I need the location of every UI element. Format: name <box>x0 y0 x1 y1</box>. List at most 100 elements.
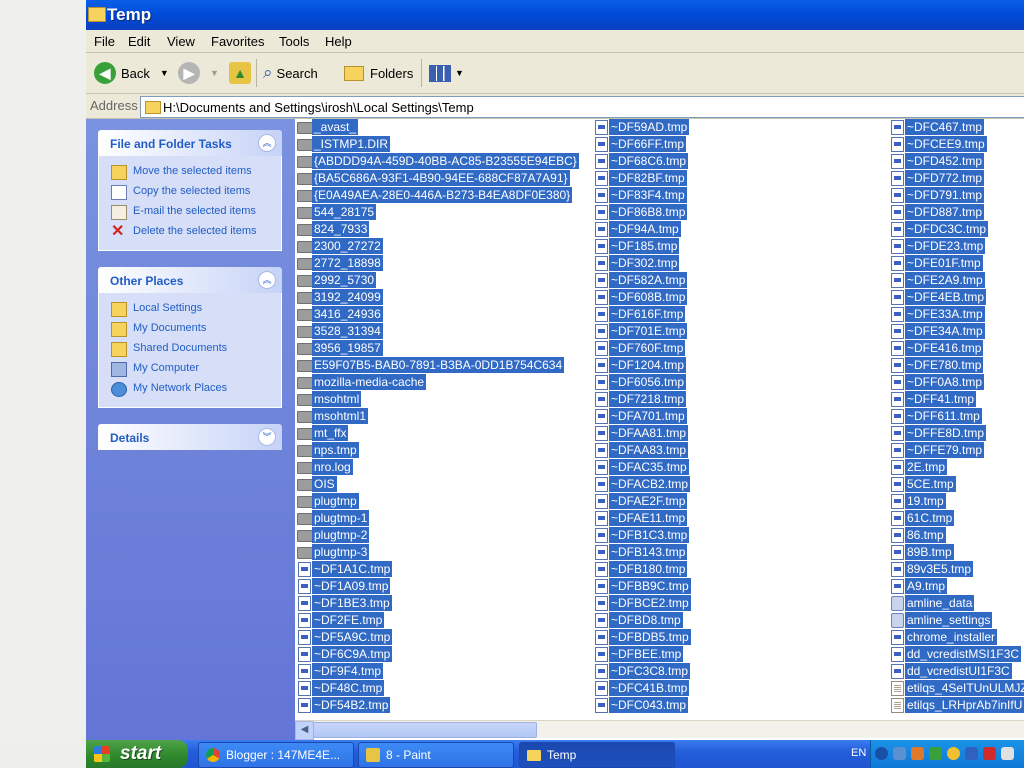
tmp-file-icon <box>595 205 608 220</box>
file-name: ~DF582A.tmp <box>609 272 688 288</box>
tmp-file-icon <box>891 358 904 373</box>
tray-update-icon[interactable] <box>947 747 960 760</box>
shared-documents-link[interactable]: Shared Documents <box>99 339 281 359</box>
tmp-file-icon <box>595 511 608 526</box>
language-indicator[interactable]: EN <box>851 747 866 759</box>
tmp-file-icon <box>891 205 904 220</box>
menu-tools[interactable]: Tools <box>279 34 309 49</box>
tmp-file-icon <box>891 494 904 509</box>
tmp-file-icon <box>595 698 608 713</box>
menu-file[interactable]: File <box>94 34 115 49</box>
link-label: Delete the selected items <box>133 225 257 237</box>
taskbar-button-temp[interactable]: Temp <box>519 742 675 768</box>
folders-button[interactable]: Folders <box>344 60 413 86</box>
tmp-file-icon <box>891 273 904 288</box>
file-name: 19.tmp <box>905 493 946 509</box>
file-name: ~DF66FF.tmp <box>609 136 687 152</box>
file-name: amline_settings <box>905 612 993 628</box>
collapse-icon[interactable]: ︽ <box>258 271 276 289</box>
file-name: mt_ffx <box>312 425 349 441</box>
taskbar-button-blogger[interactable]: Blogger : 147ME4E... <box>198 742 354 768</box>
tmp-file-icon <box>891 137 904 152</box>
taskbar-button-paint[interactable]: 8 - Paint <box>358 742 514 768</box>
file-name: ~DFCEE9.tmp <box>905 136 987 152</box>
menu-view[interactable]: View <box>167 34 195 49</box>
tmp-file-icon <box>891 460 904 475</box>
menu-favorites[interactable]: Favorites <box>211 34 264 49</box>
tray-shield-icon[interactable] <box>983 747 996 760</box>
tmp-file-icon <box>595 392 608 407</box>
title-bar[interactable]: Temp <box>86 0 1024 30</box>
file-name: ~DF6056.tmp <box>609 374 687 390</box>
tmp-file-icon <box>595 307 608 322</box>
panel-header[interactable]: Details ︾ <box>98 424 282 450</box>
tmp-file-icon <box>891 239 904 254</box>
my-computer-link[interactable]: My Computer <box>99 359 281 379</box>
file-name: ~DFF41.tmp <box>905 391 977 407</box>
file-name: msohtml1 <box>312 408 369 424</box>
file-name: etilqs_LRHprAb7inIfU <box>905 697 1024 713</box>
scroll-left-icon[interactable]: ◀ <box>295 721 314 740</box>
file-name: ~DF48C.tmp <box>312 680 385 696</box>
folder-icon <box>88 7 106 22</box>
tmp-file-icon <box>891 630 904 645</box>
tray-volume-icon[interactable] <box>1001 747 1014 760</box>
tray-network-icon[interactable] <box>893 747 906 760</box>
file-name: ~DF616F.tmp <box>609 306 686 322</box>
file-name: msohtml <box>312 391 362 407</box>
panel-header[interactable]: Other Places ︽ <box>98 267 282 293</box>
tmp-file-icon <box>891 562 904 577</box>
scroll-thumb[interactable] <box>313 722 537 738</box>
back-button[interactable]: ◀ Back ▼ <box>94 60 169 86</box>
forward-button[interactable]: ▶ ▼ <box>178 60 219 86</box>
taskbar-button-label: Temp <box>547 748 577 762</box>
delete-items-link[interactable]: ✕ Delete the selected items <box>99 222 281 242</box>
file-name: ~DF1A09.tmp <box>312 578 391 594</box>
local-settings-link[interactable]: Local Settings <box>99 299 281 319</box>
delete-x-icon: ✕ <box>111 223 125 240</box>
collapse-icon[interactable]: ︽ <box>258 134 276 152</box>
task-pane: File and Folder Tasks ︽ Move the selecte… <box>86 119 295 740</box>
email-items-link[interactable]: E-mail the selected items <box>99 202 281 222</box>
start-button[interactable]: start <box>86 740 188 768</box>
file-name: ~DFBB9C.tmp <box>609 578 691 594</box>
search-button[interactable]: ⌕ Search <box>263 60 318 86</box>
address-field[interactable]: H:\Documents and Settings\irosh\Local Se… <box>140 96 1024 118</box>
back-dropdown-icon[interactable]: ▼ <box>160 68 169 78</box>
tray-avast-icon[interactable] <box>911 747 924 760</box>
horizontal-scrollbar[interactable]: ◀ <box>295 720 1024 740</box>
toolbar-separator-2 <box>421 59 422 87</box>
tmp-file-icon <box>595 528 608 543</box>
tmp-file-icon <box>891 290 904 305</box>
forward-dropdown-icon[interactable]: ▼ <box>210 68 219 78</box>
tmp-file-icon <box>891 120 904 135</box>
tmp-file-icon <box>595 409 608 424</box>
file-name: ~DFAC35.tmp <box>609 459 689 475</box>
text-file-icon <box>891 681 904 696</box>
up-folder-button[interactable]: ▲ <box>229 60 251 86</box>
menu-edit[interactable]: Edit <box>128 34 150 49</box>
menu-help[interactable]: Help <box>325 34 352 49</box>
link-label: My Documents <box>133 322 207 334</box>
file-folder-tasks-panel: File and Folder Tasks ︽ Move the selecte… <box>98 130 282 251</box>
file-name: ~DF9F4.tmp <box>312 663 384 679</box>
tmp-file-icon <box>891 443 904 458</box>
tray-app-icon[interactable] <box>929 747 942 760</box>
file-name: plugtmp <box>312 493 359 509</box>
file-name: amline_data <box>905 595 975 611</box>
tmp-file-icon <box>595 562 608 577</box>
panel-title: Other Places <box>110 274 184 288</box>
move-items-link[interactable]: Move the selected items <box>99 162 281 182</box>
tmp-file-icon <box>595 477 608 492</box>
views-button[interactable]: ▼ <box>429 60 464 86</box>
expand-icon[interactable]: ︾ <box>258 428 276 446</box>
file-name: plugtmp-3 <box>312 544 370 560</box>
panel-header[interactable]: File and Folder Tasks ︽ <box>98 130 282 156</box>
my-documents-link[interactable]: My Documents <box>99 319 281 339</box>
my-network-places-link[interactable]: My Network Places <box>99 379 281 399</box>
tmp-file-icon <box>891 477 904 492</box>
tray-expand-icon[interactable] <box>875 747 888 760</box>
copy-items-link[interactable]: Copy the selected items <box>99 182 281 202</box>
file-name: ~DFE416.tmp <box>905 340 984 356</box>
tray-app-icon[interactable] <box>965 747 978 760</box>
